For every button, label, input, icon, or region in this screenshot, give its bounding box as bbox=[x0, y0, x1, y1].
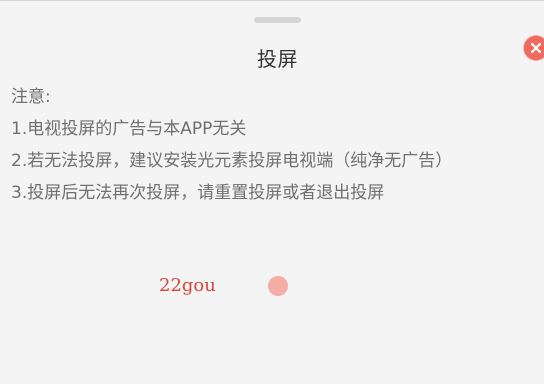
close-icon bbox=[530, 42, 542, 54]
notice-item-3: 3.投屏后无法再次投屏，请重置投屏或者退出投屏 bbox=[11, 183, 385, 203]
watermark-dot bbox=[268, 276, 288, 296]
close-button[interactable] bbox=[524, 36, 544, 60]
notice-heading: 注意: bbox=[11, 87, 51, 107]
notice-section: 注意: 1.电视投屏的广告与本APP无关 2.若无法投屏，建议安装光元素投屏电视… bbox=[11, 84, 536, 212]
notice-item-1: 1.电视投屏的广告与本APP无关 bbox=[11, 119, 247, 139]
notice-item-2: 2.若无法投屏，建议安装光元素投屏电视端（纯净无广告） bbox=[11, 151, 453, 171]
cast-dialog: 投屏 注意: 1.电视投屏的广告与本APP无关 2.若无法投屏，建议安装光元素投… bbox=[0, 0, 544, 384]
drag-handle[interactable] bbox=[254, 17, 301, 23]
dialog-title: 投屏 bbox=[257, 47, 298, 71]
watermark-text: 22gou bbox=[159, 275, 216, 296]
